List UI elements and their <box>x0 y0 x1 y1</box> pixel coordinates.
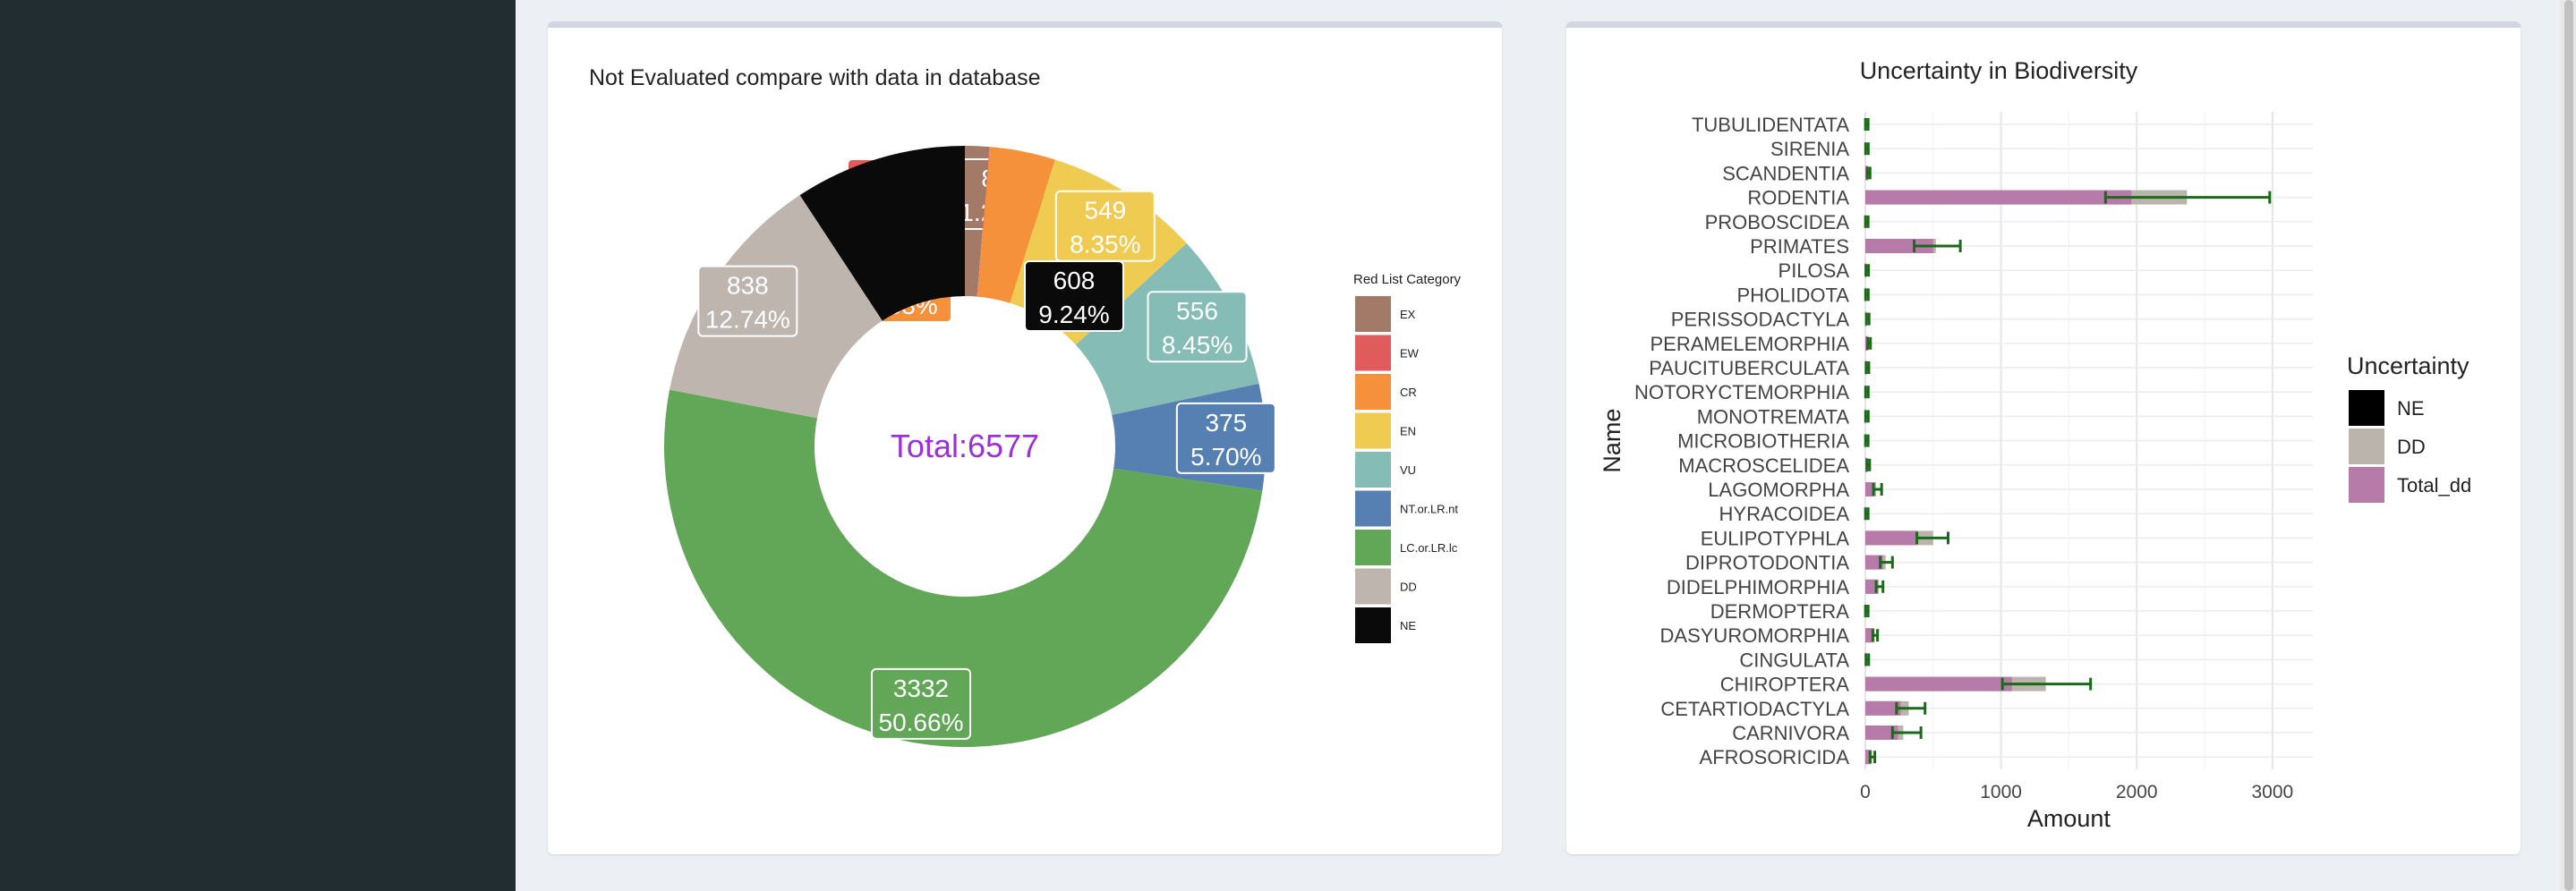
bar-category-label: AFROSORICIDA <box>1700 746 1850 768</box>
pie-legend-swatch-ew <box>1355 335 1391 371</box>
bar-chart-title: Uncertainty in Biodiversity <box>1860 57 2138 84</box>
bar-category-label: CINGULATA <box>1739 649 1849 671</box>
bar-chart: Uncertainty in Biodiversity TUBULIDENTATA… <box>1599 57 2471 832</box>
bar-category-label: LAGOMORPHA <box>1708 479 1849 501</box>
scrollbar-thumb[interactable] <box>2564 0 2573 891</box>
scrollbar[interactable] <box>2560 0 2576 891</box>
pie-center-total: Total:6577 <box>891 428 1039 464</box>
pie-legend-label-ew: EW <box>1400 347 1420 361</box>
bar-category-label: CETARTIODACTYLA <box>1660 698 1849 720</box>
pie-legend-label-lc.or.lr.lc: LC.or.LR.lc <box>1400 541 1458 555</box>
bar-category-label: CARNIVORA <box>1732 722 1849 744</box>
bar-category-label: DIPROTODONTIA <box>1685 552 1849 574</box>
bar-category-label: DERMOPTERA <box>1710 600 1850 623</box>
bar-x-tick-label: 1000 <box>1980 782 2022 802</box>
pie-label-nt.or.lr.nt: 375 5.70% <box>1175 402 1276 474</box>
pie-legend-swatch-nt.or.lr.nt <box>1355 490 1391 527</box>
pie-legend-label-cr: CR <box>1400 386 1417 399</box>
bar-category-label: MICROBIOTHERIA <box>1677 430 1849 453</box>
bar-x-tick-label: 0 <box>1860 782 1871 802</box>
pie-label-vu: 556 8.45% <box>1147 291 1248 363</box>
pie-legend-label-en: EN <box>1400 425 1416 438</box>
pie-label-pct: 8.35% <box>1070 231 1140 259</box>
pie-legend-swatch-lc.or.lr.lc <box>1355 530 1391 565</box>
pie-legend-label-dd: DD <box>1400 581 1417 594</box>
bar-x-axis-label: Amount <box>2027 805 2111 832</box>
pie-label-pct: 8.45% <box>1162 331 1233 359</box>
bar-category-label: EULIPOTYPHLA <box>1701 527 1850 549</box>
bar-legend-label-ne: NE <box>2397 397 2425 420</box>
pie-label-value: 838 <box>727 272 769 300</box>
pie-label-pct: 9.24% <box>1038 301 1109 328</box>
bar-y-axis-label: Name <box>1599 409 1625 473</box>
pie-label-pct: 5.70% <box>1190 443 1261 471</box>
bar-total-dd <box>1865 530 1917 546</box>
pie-label-value: 549 <box>1084 197 1126 225</box>
bar-category-label: CHIROPTERA <box>1720 674 1850 696</box>
pie-chart-panel: Not Evaluated compare with data in datab… <box>548 21 1502 854</box>
bar-category-label: MACROSCELIDEA <box>1678 454 1849 477</box>
bar-category-label: DIDELPHIMORPHIA <box>1667 576 1849 598</box>
bar-category-label: DASYUROMORPHIA <box>1660 624 1850 647</box>
bar-total-dd <box>1865 190 2132 205</box>
pie-label-value: 375 <box>1205 409 1247 437</box>
pie-chart: 851.29%20.03%2323.53%5498.35%5568.45%375… <box>664 146 1462 747</box>
bar-category-label: MONOTREMATA <box>1697 405 1850 428</box>
bar-legend-swatch-total-dd <box>2349 467 2384 503</box>
pie-label-value: 608 <box>1053 267 1096 294</box>
pie-legend-swatch-ex <box>1355 296 1391 332</box>
pie-legend-swatch-cr <box>1355 374 1391 410</box>
pie-legend-label-vu: VU <box>1400 463 1416 477</box>
bar-category-label: PERAMELEMORPHIA <box>1651 333 1850 355</box>
bar-legend-label-total-dd: Total_dd <box>2397 474 2471 496</box>
bar-legend-swatch-dd <box>2349 429 2384 464</box>
pie-label-pct: 50.66% <box>879 709 964 736</box>
pie-legend-swatch-en <box>1355 412 1391 449</box>
bar-category-label: RODENTIA <box>1747 187 1849 209</box>
bar-category-label: SCANDENTIA <box>1722 162 1849 184</box>
pie-label-value: 556 <box>1176 297 1218 325</box>
bar-category-label: PERISSODACTYLA <box>1671 309 1850 331</box>
pie-legend-swatch-dd <box>1355 568 1391 605</box>
bar-legend-swatch-ne <box>2349 390 2384 426</box>
bar-x-tick-label: 2000 <box>2116 782 2158 802</box>
pie-label-dd: 838 12.74% <box>697 265 798 337</box>
bar-chart-panel: Uncertainty in Biodiversity TUBULIDENTATA… <box>1566 21 2521 854</box>
pie-label-en: 549 8.35% <box>1054 190 1156 262</box>
pie-label-ne: 608 9.24% <box>1024 260 1124 332</box>
pie-legend-title: Red List Category <box>1353 272 1462 287</box>
pie-legend-swatch-ne <box>1355 607 1391 643</box>
bar-category-label: PROBOSCIDEA <box>1705 211 1850 233</box>
bar-category-label: PHOLIDOTA <box>1736 284 1849 306</box>
bar-category-label: NOTORYCTEMORPHIA <box>1634 381 1849 403</box>
bar-category-label: HYRACOIDEA <box>1719 503 1850 525</box>
bar-legend-title: Uncertainty <box>2347 352 2469 379</box>
pie-label-pct: 12.74% <box>705 306 790 334</box>
bar-category-label: PAUCITUBERCULATA <box>1649 357 1849 379</box>
bar-category-label: SIRENIA <box>1770 138 1849 160</box>
pie-legend-swatch-vu <box>1355 452 1391 488</box>
pie-legend-label-ex: EX <box>1400 308 1416 321</box>
bar-category-label: PILOSA <box>1778 259 1850 282</box>
pie-legend-label-nt.or.lr.nt: NT.or.LR.nt <box>1400 503 1458 516</box>
sidebar <box>0 0 516 891</box>
pie-legend-label-ne: NE <box>1400 619 1416 632</box>
bar-x-tick-label: 3000 <box>2251 782 2293 802</box>
bar-legend-label-dd: DD <box>2397 436 2426 458</box>
pie-label-value: 3332 <box>893 675 949 702</box>
bar-category-label: TUBULIDENTATA <box>1692 114 1849 136</box>
pie-label-lc.or.lr.lc: 3332 50.66% <box>870 667 971 740</box>
bar-category-label: PRIMATES <box>1750 235 1849 258</box>
bar-total-dd <box>1865 676 2012 692</box>
